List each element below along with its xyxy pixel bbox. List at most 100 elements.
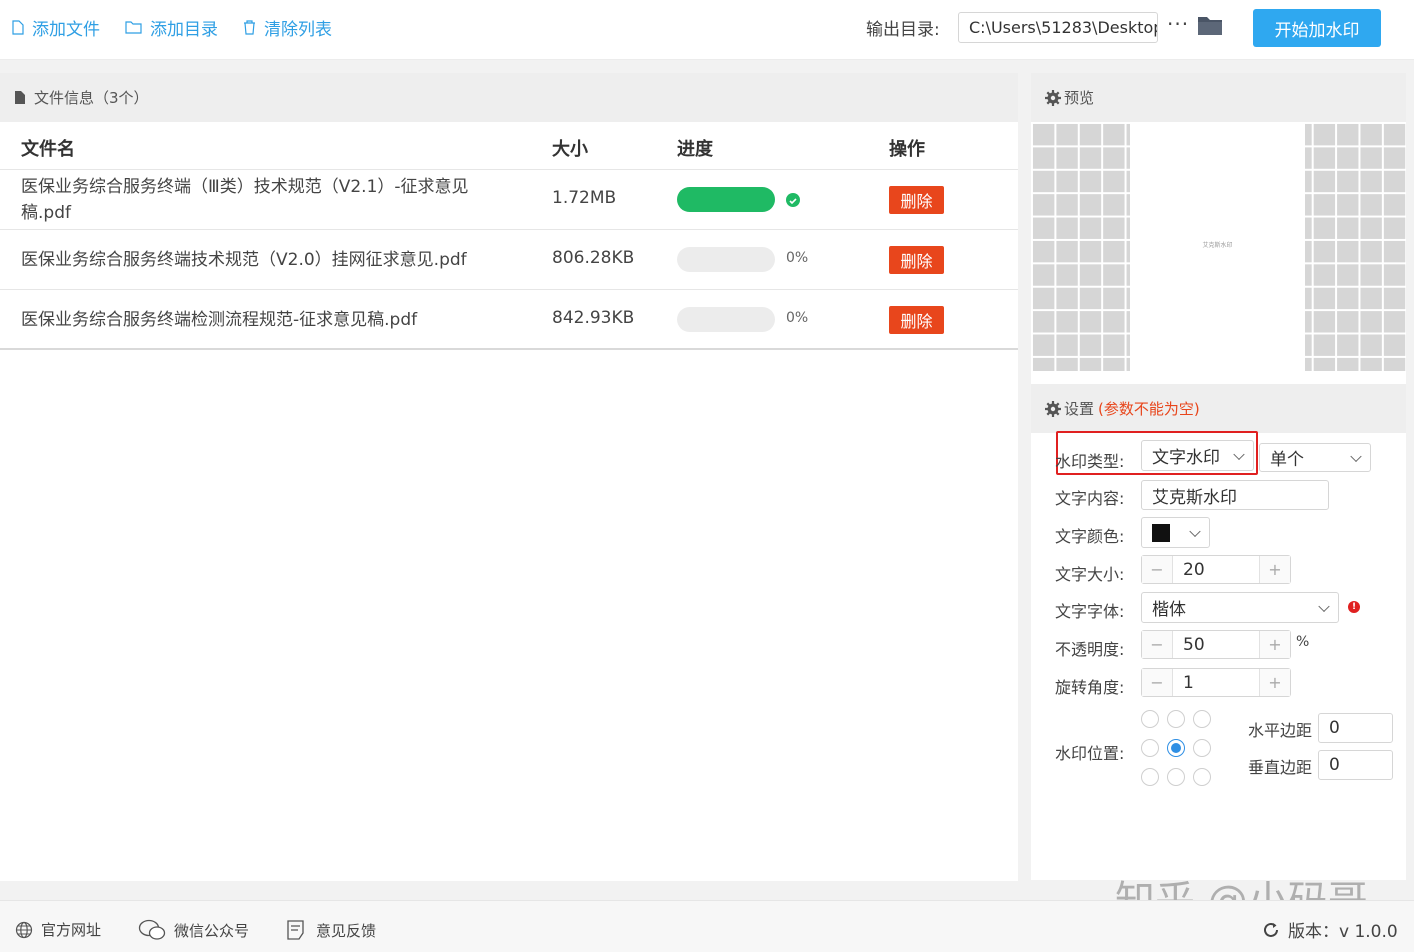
progress-fill — [677, 187, 775, 212]
file-name: 医保业务综合服务终端技术规范（V2.0）挂网征求意见.pdf — [21, 250, 467, 270]
feedback-label: 意见反馈 — [316, 921, 377, 940]
decrement-button[interactable]: − — [1142, 631, 1172, 658]
position-top-left[interactable] — [1141, 710, 1159, 728]
chevron-down-icon — [1189, 525, 1201, 537]
increment-button[interactable]: + — [1260, 669, 1290, 696]
column-action: 操作 — [889, 139, 925, 160]
refresh-icon — [1264, 922, 1278, 937]
settings-hint: (参数不能为空) — [1098, 400, 1200, 418]
wechat-icon — [138, 919, 166, 940]
file-size: 842.93KB — [552, 308, 635, 328]
text-color-picker[interactable] — [1141, 517, 1210, 548]
check-icon — [786, 193, 800, 207]
text-font-select[interactable]: 楷体 — [1141, 592, 1339, 623]
watermark-type-select[interactable]: 文字水印 — [1141, 440, 1254, 471]
preview-canvas: 艾克斯水印 — [1031, 122, 1406, 371]
decrement-button[interactable]: − — [1142, 556, 1172, 583]
position-bottom-left[interactable] — [1141, 768, 1159, 786]
clear-list-button[interactable]: 清除列表 — [243, 14, 332, 40]
add-file-label: 添加文件 — [32, 19, 100, 40]
progress-percent: 0% — [786, 310, 809, 326]
text-content-value: 艾克斯水印 — [1152, 487, 1237, 508]
opacity-value[interactable]: 50 — [1172, 631, 1260, 658]
gear-icon — [1045, 89, 1061, 106]
delete-button[interactable]: 删除 — [889, 306, 944, 334]
website-label: 官方网址 — [41, 921, 102, 939]
color-swatch — [1152, 523, 1170, 542]
status-bar: 官方网址 微信公众号 意见反馈 — [0, 900, 1414, 952]
add-directory-label: 添加目录 — [150, 19, 218, 40]
document-icon — [15, 91, 25, 104]
chevron-down-icon — [1318, 600, 1330, 612]
position-top-right[interactable] — [1193, 710, 1211, 728]
version-info[interactable]: 版本：v 1.0.0 — [1262, 917, 1398, 942]
position-middle-left[interactable] — [1141, 739, 1159, 757]
position-center[interactable] — [1167, 739, 1185, 757]
position-bottom-right[interactable] — [1193, 768, 1211, 786]
preview-watermark-text: 艾克斯水印 — [1202, 242, 1233, 249]
progress-percent: 0% — [786, 250, 809, 266]
trash-icon — [244, 19, 255, 35]
table-row: 医保业务综合服务终端（Ⅲ类）技术规范（V2.1）-征求意见稿.pdf 1.72M… — [0, 170, 1018, 230]
globe-icon — [15, 921, 33, 938]
opacity-label: 不透明度: — [1055, 640, 1125, 659]
increment-button[interactable]: + — [1260, 556, 1290, 583]
wechat-link[interactable]: 微信公众号 — [138, 919, 249, 941]
file-info-header: 文件信息（3个） — [0, 73, 1018, 122]
opacity-unit: % — [1296, 634, 1310, 650]
rotation-value[interactable]: 1 — [1172, 669, 1260, 696]
website-link[interactable]: 官方网址 — [15, 919, 101, 940]
watermark-type-label: 水印类型: — [1055, 452, 1125, 471]
horizontal-margin-input[interactable]: 0 — [1318, 713, 1393, 743]
text-color-label: 文字颜色: — [1055, 527, 1125, 546]
settings-panel: 预览 艾克斯水印 设置 (参数不能为空) 水印类型: 文字水印 单个 文字内容:… — [1031, 73, 1406, 880]
vertical-margin-label: 垂直边距 — [1248, 758, 1313, 777]
version-label: 版本：v 1.0.0 — [1288, 922, 1398, 942]
file-name: 医保业务综合服务终端检测流程规范-征求意见稿.pdf — [21, 310, 418, 330]
horizontal-margin-value: 0 — [1329, 718, 1340, 738]
gear-icon — [1045, 400, 1061, 417]
text-content-label: 文字内容: — [1055, 489, 1125, 508]
watermark-mode-value: 单个 — [1270, 450, 1304, 470]
rotation-label: 旋转角度: — [1055, 678, 1125, 697]
watermark-mode-select[interactable]: 单个 — [1259, 443, 1371, 472]
delete-button[interactable]: 删除 — [889, 246, 944, 274]
delete-button[interactable]: 删除 — [889, 186, 944, 214]
folder-icon[interactable] — [1197, 14, 1223, 36]
column-name: 文件名 — [21, 139, 75, 160]
add-file-button[interactable]: 添加文件 — [12, 14, 100, 40]
column-progress: 进度 — [677, 139, 713, 160]
increment-button[interactable]: + — [1260, 631, 1290, 658]
output-dir-input[interactable]: C:\Users\51283\Desktop — [958, 12, 1158, 43]
chevron-down-icon — [1350, 450, 1362, 462]
settings-title: 设置 — [1064, 400, 1095, 418]
position-top-center[interactable] — [1167, 710, 1185, 728]
column-size: 大小 — [552, 139, 588, 160]
table-row: 医保业务综合服务终端检测流程规范-征求意见稿.pdf 842.93KB 0% 删… — [0, 290, 1018, 350]
add-directory-button[interactable]: 添加目录 — [125, 14, 218, 40]
start-watermark-button[interactable]: 开始加水印 — [1253, 9, 1381, 47]
progress-bar — [677, 247, 775, 272]
position-middle-right[interactable] — [1193, 739, 1211, 757]
file-list-panel: 文件信息（3个） 文件名 大小 进度 操作 医保业务综合服务终端（Ⅲ类）技术规范… — [0, 73, 1018, 881]
text-size-stepper: − 20 + — [1141, 555, 1291, 584]
more-options-button[interactable]: ··· — [1167, 12, 1189, 36]
position-bottom-center[interactable] — [1167, 768, 1185, 786]
vertical-margin-value: 0 — [1329, 755, 1340, 775]
table-row: 医保业务综合服务终端技术规范（V2.0）挂网征求意见.pdf 806.28KB … — [0, 230, 1018, 290]
text-content-input[interactable]: 艾克斯水印 — [1141, 480, 1329, 510]
text-font-label: 文字字体: — [1055, 602, 1125, 621]
preview-title: 预览 — [1064, 89, 1095, 107]
text-size-value[interactable]: 20 — [1172, 556, 1260, 583]
folder-outline-icon — [125, 21, 142, 34]
feedback-link[interactable]: 意见反馈 — [286, 919, 376, 941]
progress-bar — [677, 187, 775, 212]
file-size: 806.28KB — [552, 248, 635, 268]
error-icon: ! — [1348, 601, 1360, 613]
table-header: 文件名 大小 进度 操作 — [0, 122, 1018, 170]
watermark-type-value: 文字水印 — [1152, 448, 1220, 468]
position-label: 水印位置: — [1055, 744, 1125, 763]
decrement-button[interactable]: − — [1142, 669, 1172, 696]
vertical-margin-input[interactable]: 0 — [1318, 750, 1393, 780]
file-name: 医保业务综合服务终端（Ⅲ类）技术规范（V2.1）-征求意见稿.pdf — [21, 177, 469, 223]
